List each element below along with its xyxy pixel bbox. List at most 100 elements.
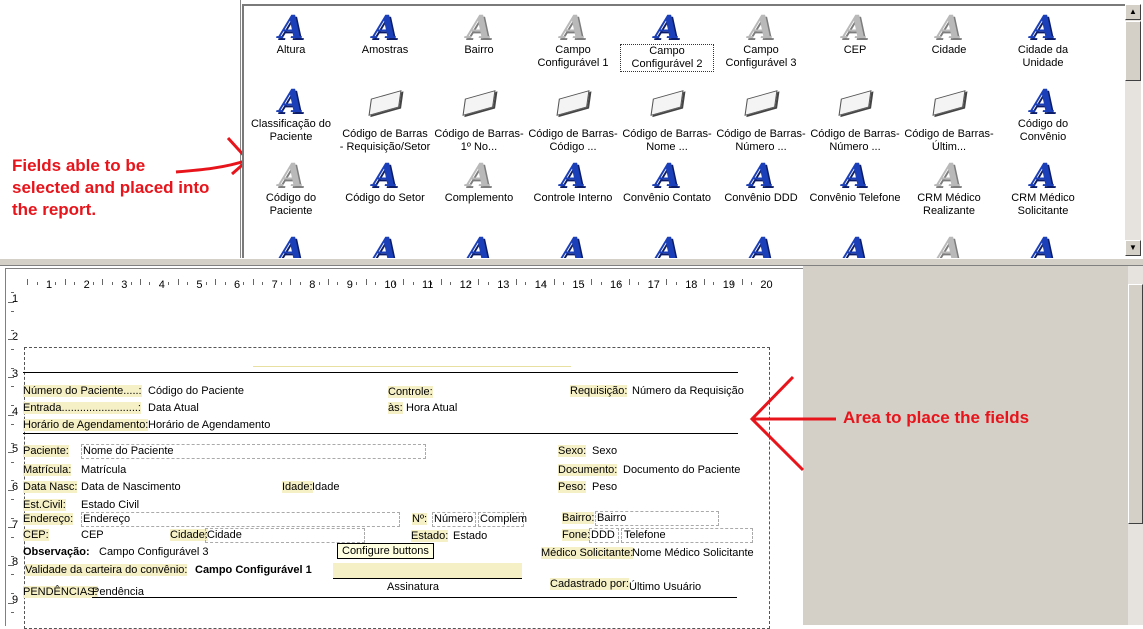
- palette-item[interactable]: A CRM Médico Realizante: [902, 158, 996, 218]
- palette-item[interactable]: A: [996, 232, 1090, 258]
- field-palette[interactable]: A Altura A Amostras A Bairro A Campo Configuráv…: [242, 4, 1127, 258]
- field-num-value[interactable]: Número: [434, 513, 473, 525]
- palette-item[interactable]: Código de Barras-1º No...: [432, 84, 526, 154]
- scroll-thumb[interactable]: [1125, 21, 1141, 81]
- field-cadastrado-label[interactable]: Cadastrado por:: [550, 578, 629, 590]
- palette-scrollbar[interactable]: ▲ ▼: [1125, 4, 1141, 256]
- palette-item[interactable]: Código de Barras-Últim...: [902, 84, 996, 154]
- ruler-tick: [11, 461, 14, 463]
- palette-item[interactable]: A Altura: [244, 10, 338, 57]
- field-numero-value[interactable]: Código do Paciente: [148, 385, 244, 397]
- field-bairro-label[interactable]: Bairro:: [562, 512, 595, 524]
- field-datanasc-value[interactable]: Data de Nascimento: [81, 481, 181, 493]
- field-entrada-value[interactable]: Data Atual: [148, 402, 199, 414]
- field-assinatura[interactable]: Assinatura: [387, 581, 439, 593]
- palette-item[interactable]: A: [338, 232, 432, 258]
- palette-item[interactable]: A Classificação do Paciente: [244, 84, 338, 144]
- field-requisicao-label[interactable]: Requisição:: [570, 385, 628, 397]
- field-cidade-label[interactable]: Cidade:: [170, 529, 208, 541]
- palette-item[interactable]: Código de Barras-Número ...: [808, 84, 902, 154]
- field-estcivil-label[interactable]: Est.Civil:: [23, 499, 66, 511]
- palette-item[interactable]: A Cidade da Unidade: [996, 10, 1090, 70]
- palette-item[interactable]: A Amostras: [338, 10, 432, 57]
- field-cep-value[interactable]: CEP: [81, 529, 104, 541]
- field-estcivil-value[interactable]: Estado Civil: [81, 499, 139, 511]
- field-sexo-label[interactable]: Sexo:: [558, 445, 587, 457]
- palette-item[interactable]: Código de Barras-Número ...: [714, 84, 808, 154]
- scroll-down-button[interactable]: ▼: [1125, 240, 1141, 256]
- field-estado-label[interactable]: Estado:: [411, 530, 449, 542]
- palette-item[interactable]: A: [808, 232, 902, 258]
- palette-item[interactable]: A Código do Convênio: [996, 84, 1090, 144]
- palette-item[interactable]: A Bairro: [432, 10, 526, 57]
- palette-item[interactable]: A Complemento: [432, 158, 526, 205]
- splitter[interactable]: [0, 258, 1143, 266]
- field-matricula-value[interactable]: Matrícula: [81, 464, 126, 476]
- field-requisicao-value[interactable]: Número da Requisição: [632, 385, 744, 397]
- palette-item[interactable]: A Campo Configurável 1: [526, 10, 620, 70]
- field-telefone-value[interactable]: Telefone: [624, 529, 666, 541]
- field-paciente-value[interactable]: Nome do Paciente: [83, 445, 174, 457]
- field-observacao-label[interactable]: Observação:: [23, 546, 90, 558]
- palette-item[interactable]: Código de Barras-Código ...: [526, 84, 620, 154]
- palette-item[interactable]: A Controle Interno: [526, 158, 620, 205]
- field-fone-label[interactable]: Fone:: [562, 529, 591, 541]
- palette-item[interactable]: Código de Barras-Nome ...: [620, 84, 714, 154]
- field-numero-label[interactable]: Número do Paciente.....:: [23, 385, 142, 397]
- field-medico-value[interactable]: Nome Médico Solicitante: [632, 547, 754, 559]
- field-horario-label[interactable]: Horário de Agendamento:: [23, 419, 149, 431]
- field-bairro-value[interactable]: Bairro: [597, 512, 626, 524]
- palette-item[interactable]: A Convênio Contato: [620, 158, 714, 205]
- field-medico-label[interactable]: Médico Solicitante:: [541, 547, 634, 559]
- palette-item[interactable]: A Convênio Telefone: [808, 158, 902, 205]
- field-as-label[interactable]: às:: [388, 402, 403, 414]
- field-matricula-label[interactable]: Matrícula:: [23, 464, 72, 476]
- field-as-value[interactable]: Hora Atual: [406, 402, 457, 414]
- field-ddd-value[interactable]: DDD: [591, 529, 615, 541]
- field-entrada-label[interactable]: Entrada.........................:: [23, 402, 141, 414]
- field-controle-label[interactable]: Controle:: [388, 386, 433, 398]
- field-cadastrado-value[interactable]: Último Usuário: [629, 581, 701, 593]
- field-documento-value[interactable]: Documento do Paciente: [623, 464, 740, 476]
- field-complem-value[interactable]: Complem: [480, 513, 527, 525]
- field-validade-label[interactable]: Validade da carteira do convênio:: [25, 564, 188, 576]
- field-pendencias-label[interactable]: PENDÊNCIAS:: [23, 586, 98, 598]
- field-cidade-value[interactable]: Cidade: [207, 529, 242, 541]
- field-endereco-value[interactable]: Endereço: [83, 513, 130, 525]
- palette-item[interactable]: A: [714, 232, 808, 258]
- field-validade-value[interactable]: Campo Configurável 1: [195, 564, 312, 576]
- field-cep-label[interactable]: CEP:: [23, 529, 49, 541]
- field-estado-value[interactable]: Estado: [453, 530, 487, 542]
- palette-item[interactable]: A: [526, 232, 620, 258]
- palette-item[interactable]: A: [902, 232, 996, 258]
- field-paciente-label[interactable]: Paciente:: [23, 445, 69, 457]
- palette-item[interactable]: A: [244, 232, 338, 258]
- palette-item[interactable]: A Convênio DDD: [714, 158, 808, 205]
- palette-item[interactable]: A CEP: [808, 10, 902, 57]
- field-horario-value[interactable]: Horário de Agendamento: [148, 419, 270, 431]
- editor-scroll-thumb[interactable]: [1128, 284, 1143, 524]
- field-datanasc-label[interactable]: Data Nasc:: [23, 481, 78, 493]
- palette-item[interactable]: A: [620, 232, 714, 258]
- field-documento-label[interactable]: Documento:: [558, 464, 618, 476]
- field-sexo-value[interactable]: Sexo: [592, 445, 617, 457]
- palette-item[interactable]: A Campo Configurável 2: [620, 10, 714, 72]
- field-endereco-label[interactable]: Endereço:: [23, 513, 74, 525]
- palette-item[interactable]: A CRM Médico Solicitante: [996, 158, 1090, 218]
- field-peso-value[interactable]: Peso: [592, 481, 617, 493]
- field-num-label[interactable]: Nº:: [412, 513, 428, 525]
- scroll-up-button[interactable]: ▲: [1125, 4, 1141, 20]
- palette-item[interactable]: A Campo Configurável 3: [714, 10, 808, 70]
- editor-scrollbar[interactable]: [1128, 266, 1143, 625]
- field-peso-label[interactable]: Peso:: [558, 481, 587, 493]
- palette-item[interactable]: A Código do Setor: [338, 158, 432, 205]
- palette-item[interactable]: A Código do Paciente: [244, 158, 338, 218]
- ruler-number: 6: [12, 481, 19, 493]
- palette-item[interactable]: A: [432, 232, 526, 258]
- field-idade-value[interactable]: Idade: [312, 481, 340, 493]
- palette-item[interactable]: Código de Barras - Requisição/Setor: [338, 84, 432, 154]
- field-observacao-value[interactable]: Campo Configurável 3: [99, 546, 208, 558]
- palette-item[interactable]: A Cidade: [902, 10, 996, 57]
- field-idade-label[interactable]: Idade:: [282, 481, 313, 493]
- signature-box[interactable]: [333, 563, 522, 578]
